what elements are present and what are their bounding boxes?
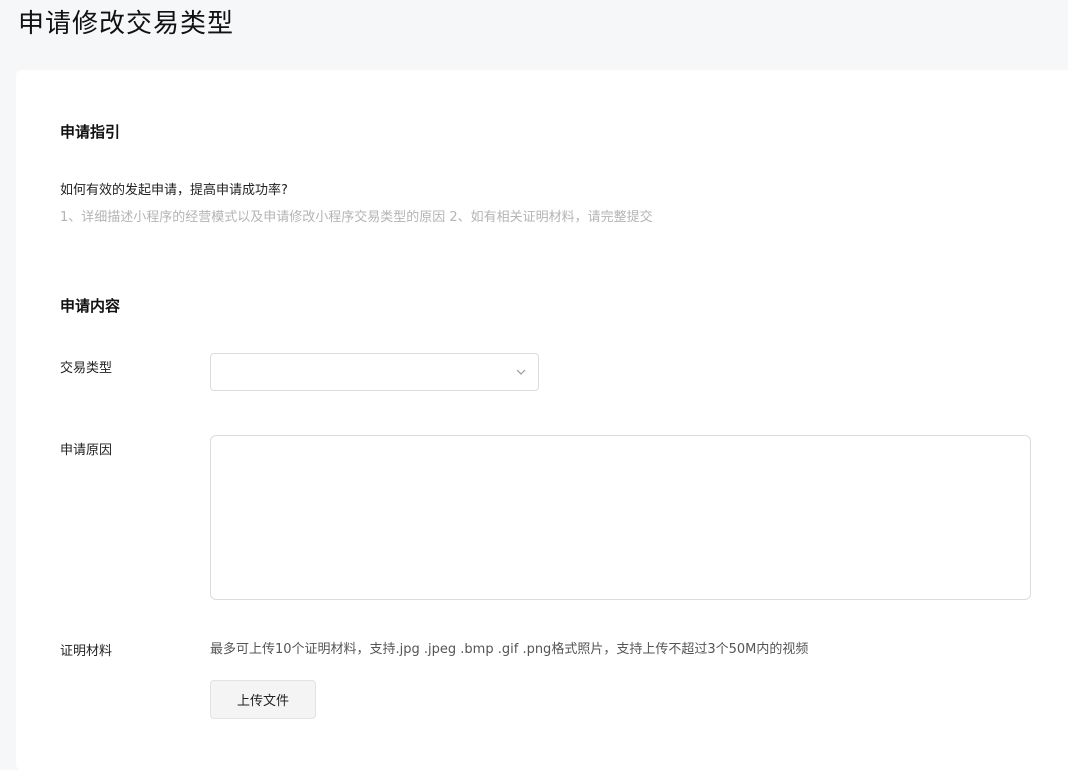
- content-section-title: 申请内容: [60, 297, 121, 315]
- form-card: 申请指引 如何有效的发起申请，提高申请成功率? 1、详细描述小程序的经营模式以及…: [16, 70, 1068, 770]
- proof-hint: 最多可上传10个证明材料，支持.jpg .jpeg .bmp .gif .png…: [210, 642, 809, 657]
- reason-label: 申请原因: [60, 443, 113, 458]
- reason-textarea[interactable]: [210, 435, 1031, 600]
- page-title: 申请修改交易类型: [18, 9, 235, 39]
- proof-label: 证明材料: [60, 644, 113, 659]
- trade-type-label: 交易类型: [60, 361, 113, 376]
- chevron-down-icon: [516, 369, 526, 375]
- guide-question: 如何有效的发起申请，提高申请成功率?: [60, 183, 288, 198]
- trade-type-select[interactable]: [210, 353, 539, 391]
- upload-file-button[interactable]: 上传文件: [210, 680, 316, 719]
- guide-section-title: 申请指引: [60, 123, 121, 141]
- guide-description: 1、详细描述小程序的经营模式以及申请修改小程序交易类型的原因 2、如有相关证明材…: [60, 210, 653, 225]
